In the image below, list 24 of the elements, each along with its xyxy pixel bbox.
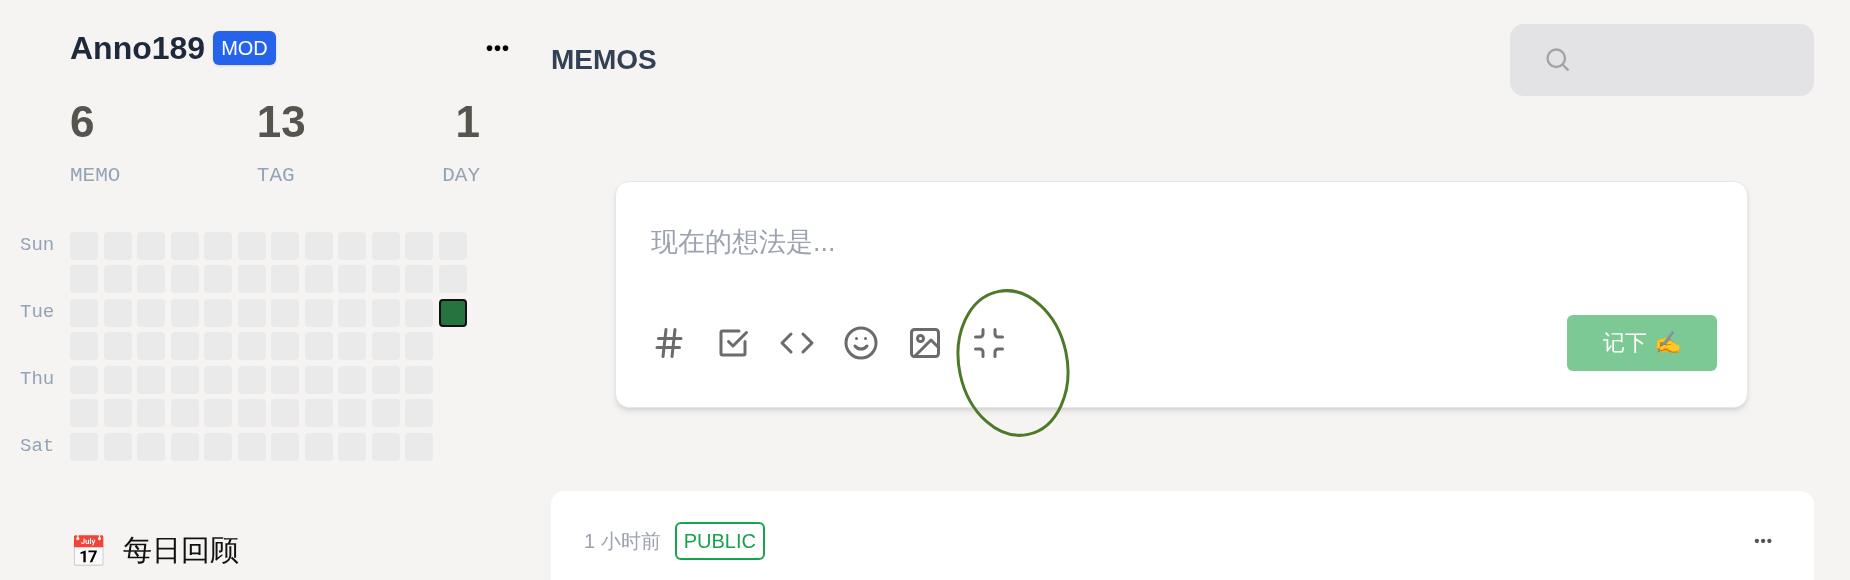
search-icon [1544, 46, 1572, 74]
more-button[interactable]: ••• [1754, 529, 1773, 553]
more-button[interactable]: ••• [486, 33, 510, 63]
stat-value: 13 [256, 96, 306, 148]
search-field[interactable] [1510, 24, 1814, 96]
stat-label: DAY [442, 163, 480, 189]
day-label: Sat [20, 434, 55, 460]
stat-value: 6 [70, 96, 95, 148]
visibility-tag: PUBLIC [674, 522, 765, 560]
memo-time: 1 小时前 [584, 529, 661, 554]
day-label: Sun [20, 233, 55, 259]
stat-label: MEMO [70, 163, 121, 189]
stat-value: 1 [455, 96, 480, 148]
memo-input[interactable]: 现在的想法是... [651, 222, 1712, 263]
stat-label: TAG [256, 163, 295, 189]
user-name: Anno189 [70, 29, 206, 68]
day-label: Tue [20, 300, 55, 326]
day-label: Thu [20, 367, 55, 393]
calendar-icon: 📅 [70, 528, 107, 574]
smiley-icon[interactable] [843, 324, 879, 361]
sidebar-link[interactable]: 每日回顾 [123, 529, 239, 573]
page-title: MEMOS [551, 43, 657, 77]
heatmap-cell[interactable] [438, 298, 467, 327]
role-badge: MOD [213, 31, 276, 65]
